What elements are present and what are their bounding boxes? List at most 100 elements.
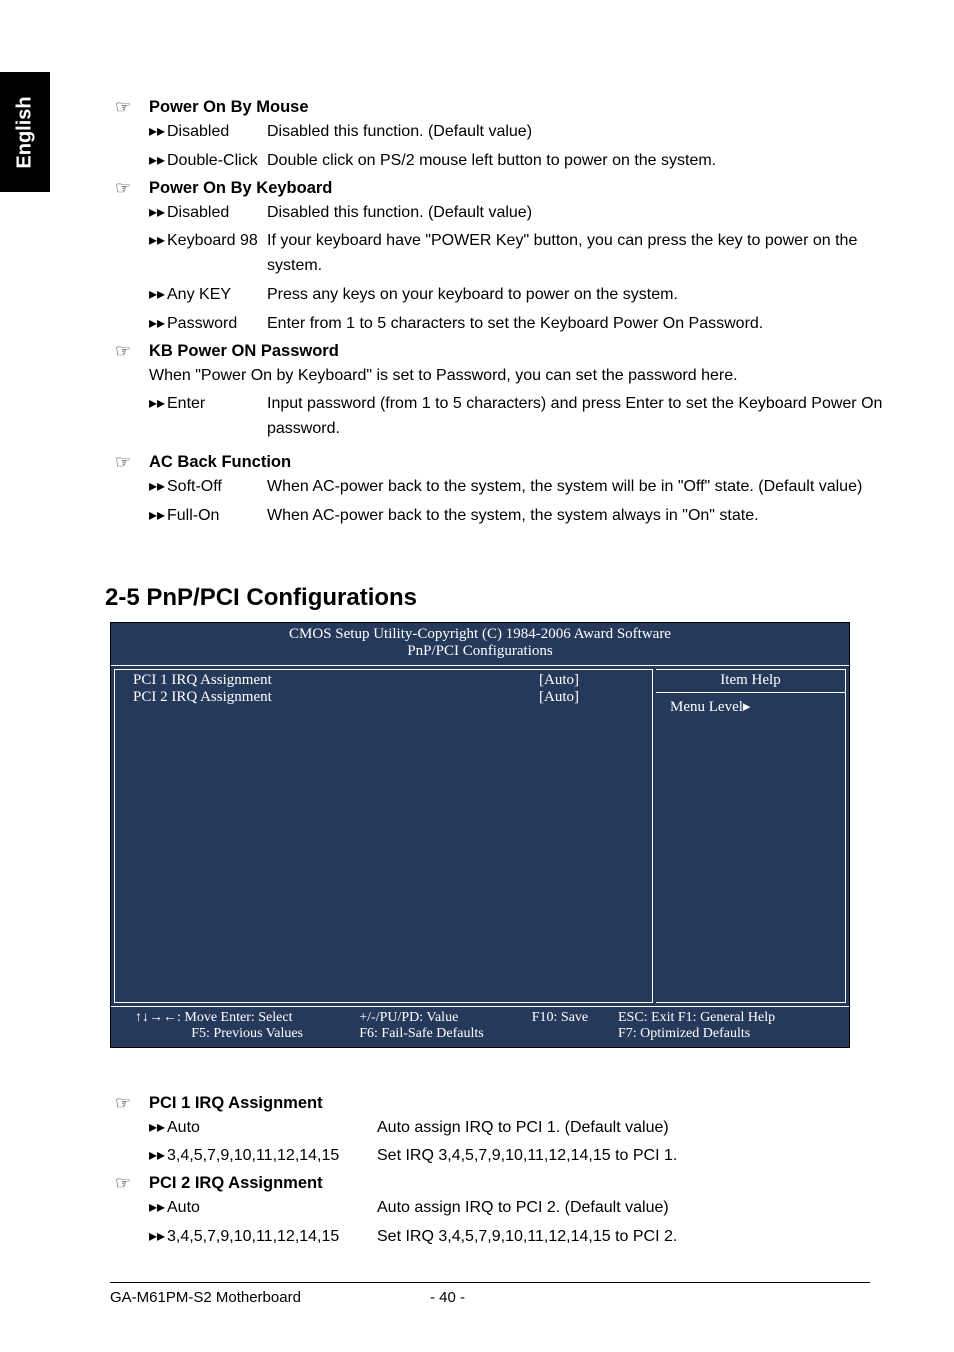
hand-icon: ☞ bbox=[115, 341, 137, 362]
page-footer: GA-M61PM-S2 Motherboard - 40 - bbox=[110, 1282, 870, 1306]
section-title: Power On By Mouse bbox=[149, 98, 309, 117]
bios-footer-text: F6: Fail-Safe Defaults bbox=[359, 1026, 532, 1042]
bios-screenshot: CMOS Setup Utility-Copyright (C) 1984-20… bbox=[110, 622, 850, 1048]
section-pci2: ☞ PCI 2 IRQ Assignment bbox=[115, 1173, 885, 1194]
footer-product: GA-M61PM-S2 Motherboard bbox=[110, 1289, 430, 1306]
bios-footer-text: F5: Previous Values bbox=[135, 1026, 359, 1042]
option-row: ▸▸ Soft-Off When AC-power back to the sy… bbox=[149, 475, 885, 500]
section-power-keyboard: ☞ Power On By Keyboard bbox=[115, 178, 885, 199]
hand-icon: ☞ bbox=[115, 97, 137, 118]
bios-help-panel: Item Help Menu Level▸ bbox=[656, 669, 846, 1003]
language-tab: English bbox=[0, 72, 50, 192]
option-row: ▸▸ Auto Auto assign IRQ to PCI 2. (Defau… bbox=[149, 1196, 885, 1221]
bios-row-label: PCI 1 IRQ Assignment bbox=[133, 672, 484, 689]
option-label: Disabled bbox=[167, 120, 267, 145]
section-title: Power On By Keyboard bbox=[149, 179, 332, 198]
option-row: ▸▸ Auto Auto assign IRQ to PCI 1. (Defau… bbox=[149, 1116, 885, 1141]
option-desc: Set IRQ 3,4,5,7,9,10,11,12,14,15 to PCI … bbox=[377, 1144, 885, 1169]
hand-icon: ☞ bbox=[115, 178, 137, 199]
arrow-icon: ▸▸ bbox=[149, 475, 167, 500]
bios-row-value: [Auto] bbox=[484, 672, 634, 689]
option-desc: Disabled this function. (Default value) bbox=[267, 201, 885, 226]
bios-header-line1: CMOS Setup Utility-Copyright (C) 1984-20… bbox=[111, 626, 849, 643]
option-desc: Enter from 1 to 5 characters to set the … bbox=[267, 312, 885, 337]
bios-row-label: PCI 2 IRQ Assignment bbox=[133, 689, 484, 706]
arrow-icon: ▸▸ bbox=[149, 504, 167, 529]
option-desc: Disabled this function. (Default value) bbox=[267, 120, 885, 145]
option-label: Auto bbox=[167, 1196, 377, 1221]
arrow-icon: ▸▸ bbox=[149, 229, 167, 279]
section-title: PCI 2 IRQ Assignment bbox=[149, 1174, 323, 1193]
option-row: ▸▸ Double-Click Double click on PS/2 mou… bbox=[149, 149, 885, 174]
hand-icon: ☞ bbox=[115, 452, 137, 473]
option-label: Any KEY bbox=[167, 283, 267, 308]
arrow-icon: ▸▸ bbox=[149, 1144, 167, 1169]
option-row: ▸▸ Enter Input password (from 1 to 5 cha… bbox=[149, 392, 885, 442]
arrow-icon: ▸▸ bbox=[149, 1225, 167, 1250]
option-desc: When AC-power back to the system, the sy… bbox=[267, 475, 885, 500]
option-label: Double-Click bbox=[167, 149, 267, 174]
option-desc: Input password (from 1 to 5 characters) … bbox=[267, 392, 885, 442]
bios-footer: ↑↓→←: Move Enter: Select F5: Previous Va… bbox=[111, 1006, 849, 1047]
section-power-mouse: ☞ Power On By Mouse bbox=[115, 97, 885, 118]
option-row: ▸▸ Disabled Disabled this function. (Def… bbox=[149, 201, 885, 226]
lower-sections: ☞ PCI 1 IRQ Assignment ▸▸ Auto Auto assi… bbox=[115, 1093, 885, 1250]
option-label: Auto bbox=[167, 1116, 377, 1141]
section-ac-back: ☞ AC Back Function bbox=[115, 452, 885, 473]
section-pci1: ☞ PCI 1 IRQ Assignment bbox=[115, 1093, 885, 1114]
option-desc: Set IRQ 3,4,5,7,9,10,11,12,14,15 to PCI … bbox=[377, 1225, 885, 1250]
hand-icon: ☞ bbox=[115, 1173, 137, 1194]
option-row: ▸▸ Disabled Disabled this function. (Def… bbox=[149, 120, 885, 145]
option-label: 3,4,5,7,9,10,11,12,14,15 bbox=[167, 1144, 377, 1169]
bios-row-value: [Auto] bbox=[484, 689, 634, 706]
arrow-icon: ▸▸ bbox=[149, 201, 167, 226]
arrow-icon: ▸▸ bbox=[149, 392, 167, 442]
option-label: Full-On bbox=[167, 504, 267, 529]
option-label: Password bbox=[167, 312, 267, 337]
arrow-icon: ▸▸ bbox=[149, 1196, 167, 1221]
option-label: Enter bbox=[167, 392, 267, 442]
section-title: KB Power ON Password bbox=[149, 342, 339, 361]
bios-footer-text: +/-/PU/PD: Value bbox=[359, 1010, 532, 1026]
bios-row: PCI 1 IRQ Assignment [Auto] bbox=[133, 672, 634, 689]
language-label: English bbox=[14, 96, 37, 168]
footer-page-number: - 40 - bbox=[430, 1289, 550, 1306]
hand-icon: ☞ bbox=[115, 1093, 137, 1114]
bios-body: PCI 1 IRQ Assignment [Auto] PCI 2 IRQ As… bbox=[111, 666, 849, 1006]
arrow-icon: ▸▸ bbox=[149, 120, 167, 145]
option-row: ▸▸ Full-On When AC-power back to the sys… bbox=[149, 504, 885, 529]
option-desc: Auto assign IRQ to PCI 2. (Default value… bbox=[377, 1196, 885, 1221]
option-desc: When AC-power back to the system, the sy… bbox=[267, 504, 885, 529]
option-row: ▸▸ 3,4,5,7,9,10,11,12,14,15 Set IRQ 3,4,… bbox=[149, 1225, 885, 1250]
option-row: ▸▸ Any KEY Press any keys on your keyboa… bbox=[149, 283, 885, 308]
option-desc: Auto assign IRQ to PCI 1. (Default value… bbox=[377, 1116, 885, 1141]
arrow-icon: ▸▸ bbox=[149, 283, 167, 308]
bios-help-title: Item Help bbox=[670, 672, 831, 689]
page-content: ☞ Power On By Mouse ▸▸ Disabled Disabled… bbox=[115, 95, 885, 1254]
option-row: ▸▸ 3,4,5,7,9,10,11,12,14,15 Set IRQ 3,4,… bbox=[149, 1144, 885, 1169]
heading-2-5: 2-5 PnP/PCI Configurations bbox=[105, 584, 885, 612]
option-label: Disabled bbox=[167, 201, 267, 226]
option-label: Soft-Off bbox=[167, 475, 267, 500]
section-title: PCI 1 IRQ Assignment bbox=[149, 1094, 323, 1113]
bios-left-panel: PCI 1 IRQ Assignment [Auto] PCI 2 IRQ As… bbox=[114, 669, 653, 1003]
section-kb-password: ☞ KB Power ON Password bbox=[115, 341, 885, 362]
bios-footer-text: ↑↓→←: Move Enter: Select bbox=[135, 1010, 359, 1026]
arrow-icon: ▸▸ bbox=[149, 1116, 167, 1141]
arrow-icon: ▸▸ bbox=[149, 312, 167, 337]
option-desc: Press any keys on your keyboard to power… bbox=[267, 283, 885, 308]
option-row: ▸▸ Keyboard 98 If your keyboard have "PO… bbox=[149, 229, 885, 279]
bios-footer-text: F7: Optimized Defaults bbox=[618, 1026, 825, 1042]
bios-help-menu: Menu Level▸ bbox=[670, 697, 831, 716]
bios-row: PCI 2 IRQ Assignment [Auto] bbox=[133, 689, 634, 706]
section-title: AC Back Function bbox=[149, 453, 291, 472]
section-note: When "Power On by Keyboard" is set to Pa… bbox=[149, 364, 885, 389]
option-desc: If your keyboard have "POWER Key" button… bbox=[267, 229, 885, 279]
option-label: 3,4,5,7,9,10,11,12,14,15 bbox=[167, 1225, 377, 1250]
bios-footer-text: ESC: Exit F1: General Help bbox=[618, 1010, 825, 1026]
option-row: ▸▸ Password Enter from 1 to 5 characters… bbox=[149, 312, 885, 337]
bios-footer-text: F10: Save bbox=[532, 1010, 618, 1026]
option-label: Keyboard 98 bbox=[167, 229, 267, 279]
arrow-icon: ▸▸ bbox=[149, 149, 167, 174]
option-desc: Double click on PS/2 mouse left button t… bbox=[267, 149, 885, 174]
